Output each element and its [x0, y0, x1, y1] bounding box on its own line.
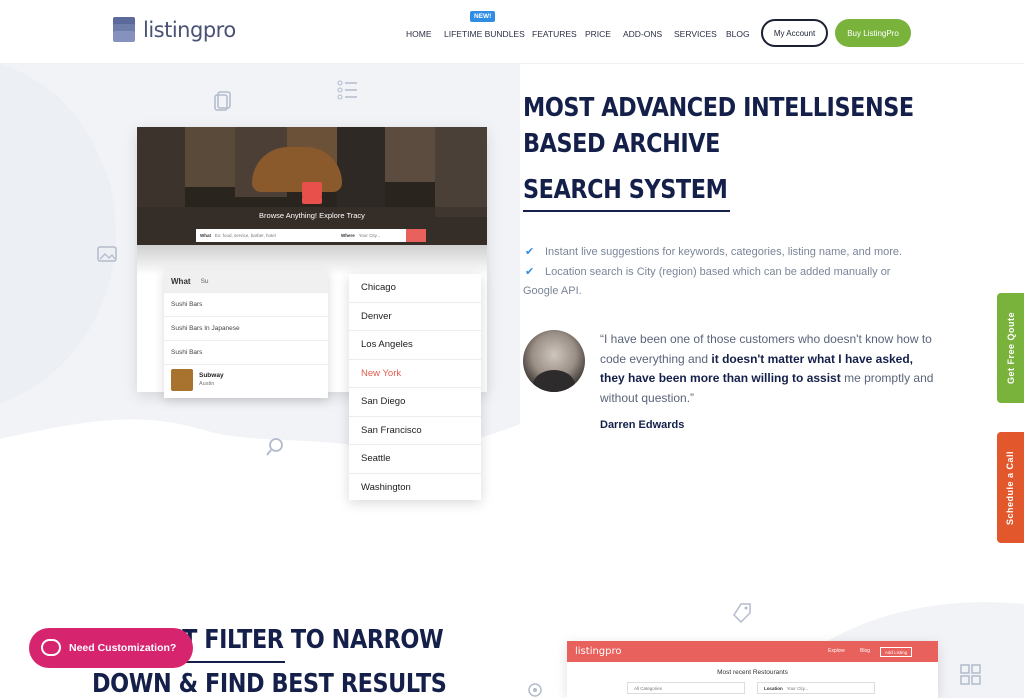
need-customization-chat-button[interactable]: Need Customization? — [29, 628, 193, 668]
city-item[interactable]: San Francisco — [349, 417, 481, 445]
city-item-active[interactable]: New York — [349, 360, 481, 388]
where-label: Where — [341, 233, 355, 238]
feature-item: ✔ Location search is City (region) based… — [523, 263, 943, 283]
demo-title: Most recent Restourants — [717, 669, 788, 676]
demo-explore: Explore — [828, 648, 845, 654]
demo-location-label: Location — [764, 685, 783, 691]
list-icon — [337, 80, 357, 100]
autocomplete-label: What — [171, 276, 191, 286]
listing-city: Austin — [199, 381, 215, 387]
image-icon — [97, 246, 117, 262]
logo[interactable]: listingpro — [113, 17, 236, 43]
city-item[interactable]: San Diego — [349, 388, 481, 417]
where-placeholder: Your City... — [358, 233, 381, 238]
hero-search-bar[interactable]: What Ex: food, service, barber, hotel Wh… — [196, 229, 426, 242]
feature-list: ✔ Instant live suggestions for keywords,… — [523, 243, 943, 302]
demo-logo: listingpro — [575, 646, 622, 657]
headline-line: MOST ADVANCED INTELLISENSE — [523, 93, 914, 123]
testimonial-author: Darren Edwards — [600, 419, 685, 431]
search-icon — [266, 438, 283, 456]
listingpro-mark-icon — [302, 182, 322, 204]
my-account-button[interactable]: My Account — [761, 19, 828, 47]
demo-categories-field: All Categories — [627, 682, 745, 694]
chat-label: Need Customization? — [69, 642, 177, 654]
check-icon: ✔ — [525, 265, 535, 278]
feature-text: Instant live suggestions for keywords, c… — [545, 246, 903, 258]
city-item[interactable]: Chicago — [349, 274, 481, 303]
demo-blog: Blog — [860, 648, 871, 654]
logo-text: listingpro — [143, 18, 236, 42]
nav-add-ons[interactable]: ADD-ONS — [623, 29, 662, 39]
hero-tagline: Browse Anything! Explore Tracy — [259, 211, 365, 220]
logo-layers-icon — [113, 17, 137, 43]
autocomplete-query: Su — [200, 277, 209, 285]
suggestion-item[interactable]: Sushi Bars In Japanese — [164, 316, 328, 340]
chat-bubble-icon — [41, 639, 61, 656]
demo-location-field: Location Your City... — [757, 682, 875, 694]
autocomplete-dropdown: What Su Sushi Bars Sushi Bars In Japanes… — [164, 270, 328, 398]
what-label: What — [200, 233, 211, 238]
buy-listingpro-button[interactable]: Buy ListingPro — [835, 19, 911, 47]
suggestion-listing[interactable]: Subway Austin — [164, 364, 328, 394]
nav-blog[interactable]: BLOG — [726, 29, 750, 39]
nav-home[interactable]: HOME — [406, 29, 432, 39]
nav-services[interactable]: SERVICES — [674, 29, 717, 39]
hero-food-banner: Browse Anything! Explore Tracy What Ex: … — [137, 127, 487, 255]
city-item[interactable]: Seattle — [349, 445, 481, 474]
search-submit-button[interactable] — [406, 229, 426, 242]
feature-text-continued: Google API. — [523, 285, 582, 297]
city-dropdown: Chicago Denver Los Angeles New York San … — [349, 274, 481, 500]
city-item[interactable]: Los Angeles — [349, 331, 481, 360]
quote-tab-label: Get Free Qoute — [1005, 311, 1016, 385]
nav-features[interactable]: FEATURES — [532, 29, 577, 39]
feature-text: Location search is City (region) based w… — [545, 265, 891, 278]
feature-item: ✔ Instant live suggestions for keywords,… — [523, 243, 943, 263]
headline-underline — [523, 210, 730, 212]
nav-lifetime-bundles[interactable]: LIFETIME BUNDLES — [444, 29, 525, 39]
autocomplete-input[interactable]: What Su — [164, 270, 328, 292]
get-free-quote-tab[interactable]: Get Free Qoute — [997, 293, 1024, 403]
suggestion-item[interactable]: Sushi Bars — [164, 340, 328, 364]
testimonial-avatar — [523, 330, 585, 392]
city-item[interactable]: Washington — [349, 474, 481, 503]
listing-name: Subway — [199, 372, 224, 379]
demo-add-listing: Add Listing — [880, 647, 912, 657]
testimonial-quote: “I have been one of those customers who … — [600, 330, 940, 408]
filter-demo-screenshot: listingpro Explore Blog Add Listing Most… — [567, 641, 938, 698]
schedule-call-tab[interactable]: Schedule a Call — [997, 432, 1024, 543]
nav-price[interactable]: PRICE — [585, 29, 611, 39]
listing-thumbnail — [171, 368, 193, 391]
grid-icon — [960, 664, 981, 685]
location-pin-icon — [528, 683, 542, 697]
site-header: listingpro HOME LIFETIME BUNDLES FEATURE… — [0, 0, 1024, 64]
call-tab-label: Schedule a Call — [1005, 450, 1016, 525]
demo-topbar: listingpro Explore Blog Add Listing — [567, 641, 938, 662]
city-item[interactable]: Denver — [349, 303, 481, 331]
check-icon: ✔ — [525, 246, 535, 258]
headline-line: BASED ARCHIVE — [523, 129, 721, 159]
what-placeholder: Ex: food, service, barber, hotel — [215, 233, 276, 238]
suggestion-item[interactable]: Sushi Bars — [164, 292, 328, 316]
section-headline: MOST ADVANCED INTELLISENSE BASED ARCHIVE… — [523, 90, 943, 208]
new-badge: NEW! — [470, 11, 496, 22]
tag-icon — [733, 603, 751, 624]
headline-line: SEARCH SYSTEM — [523, 175, 728, 205]
demo-city: Your City... — [786, 685, 809, 691]
document-icon — [214, 91, 231, 111]
